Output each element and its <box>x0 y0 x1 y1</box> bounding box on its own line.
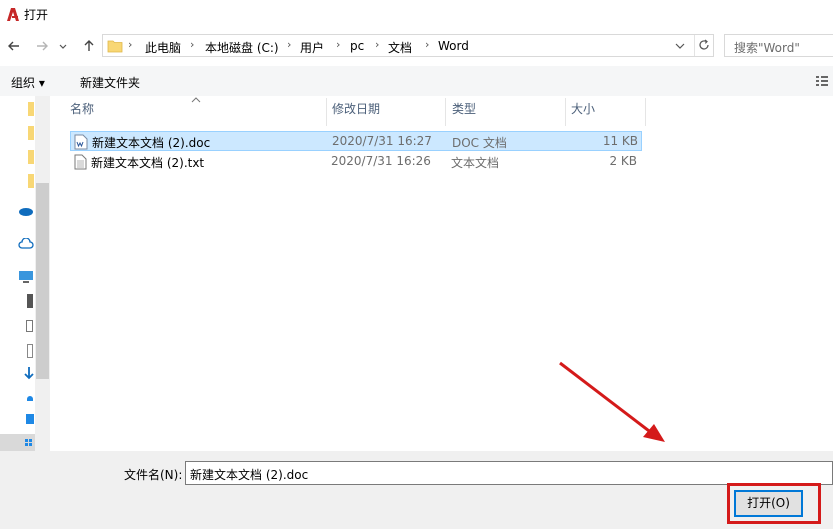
column-header-name[interactable]: 名称 <box>70 96 94 123</box>
search-placeholder: 搜索"Word" <box>734 41 800 55</box>
video-icon[interactable] <box>27 294 33 308</box>
cloud-icon[interactable] <box>18 238 34 250</box>
refresh-button[interactable] <box>698 39 710 54</box>
annotation-arrow-icon <box>559 361 665 442</box>
file-type: DOC 文档 <box>452 136 507 150</box>
chevron-right-icon: › <box>287 38 292 51</box>
document-icon[interactable] <box>27 344 33 358</box>
column-header-type[interactable]: 类型 <box>452 96 476 123</box>
chevron-right-icon: › <box>425 38 430 51</box>
folder-icon[interactable] <box>28 150 34 164</box>
new-folder-button[interactable]: 新建文件夹 <box>80 74 140 91</box>
filename-value: 新建文本文档 (2).doc <box>190 468 309 482</box>
file-row[interactable]: 新建文本文档 (2).txt 2020/7/31 16:26 文本文档 2 KB <box>70 152 642 172</box>
breadcrumb-documents[interactable]: 文档 <box>388 39 412 56</box>
open-button[interactable]: 打开(O) <box>734 490 803 517</box>
view-options-icon[interactable] <box>815 74 829 88</box>
arrow-right-icon <box>37 41 48 51</box>
drive-icon <box>25 439 32 446</box>
word-doc-icon <box>74 134 88 150</box>
column-divider[interactable] <box>326 98 327 126</box>
organize-menu[interactable]: 组织 ▾ <box>11 74 45 91</box>
file-date: 2020/7/31 16:26 <box>331 154 431 168</box>
sidebar-item-selected[interactable] <box>0 434 35 451</box>
filename-input[interactable]: 新建文本文档 (2).doc <box>185 461 833 485</box>
forward-button[interactable] <box>31 35 53 57</box>
chevron-right-icon: › <box>336 38 341 51</box>
breadcrumb-users[interactable]: 用户 <box>300 39 324 56</box>
column-header-size[interactable]: 大小 <box>571 96 595 123</box>
column-divider[interactable] <box>645 98 646 126</box>
music-icon[interactable] <box>27 396 33 401</box>
app-icon <box>7 8 19 21</box>
navigation-scrollbar[interactable] <box>35 96 50 451</box>
address-row: › 此电脑 › 本地磁盘 (C:) › 用户 › pc › 文档 › Word … <box>0 31 833 63</box>
file-size: 11 KB <box>602 134 638 148</box>
breadcrumb-word[interactable]: Word <box>438 39 469 53</box>
file-size: 2 KB <box>609 154 637 168</box>
text-file-icon <box>74 154 87 170</box>
scrollbar-thumb[interactable] <box>36 183 49 379</box>
file-row[interactable]: 新建文本文档 (2).doc 2020/7/31 16:27 DOC 文档 11… <box>70 131 642 151</box>
column-divider[interactable] <box>565 98 566 126</box>
chevron-down-icon <box>59 44 67 49</box>
arrow-up-icon <box>84 40 94 51</box>
onedrive-icon[interactable] <box>18 206 34 216</box>
window-title: 打开 <box>24 8 49 22</box>
file-type: 文本文档 <box>451 156 500 170</box>
refresh-icon <box>699 39 709 50</box>
command-bar: 组织 ▾ 新建文件夹 <box>0 66 833 97</box>
up-button[interactable] <box>78 35 100 57</box>
footer-panel: 文件名(N): 新建文本文档 (2).doc <box>0 451 833 529</box>
address-bar[interactable]: › 此电脑 › 本地磁盘 (C:) › 用户 › pc › 文档 › Word <box>102 34 714 57</box>
title-bar: 打开 <box>0 0 833 30</box>
folder-icon[interactable] <box>28 102 34 116</box>
recent-locations-button[interactable] <box>56 35 70 57</box>
breadcrumb-local-disk[interactable]: 本地磁盘 (C:) <box>205 39 279 56</box>
file-name: 新建文本文档 (2).txt <box>91 156 205 170</box>
breadcrumb-this-pc[interactable]: 此电脑 <box>145 39 181 56</box>
chevron-right-icon: › <box>190 38 195 51</box>
file-date: 2020/7/31 16:27 <box>332 134 432 148</box>
picture-icon[interactable] <box>26 320 33 332</box>
folder-icon[interactable] <box>28 174 34 188</box>
this-pc-icon[interactable] <box>18 270 34 284</box>
download-icon[interactable] <box>24 366 34 380</box>
chevron-right-icon: › <box>375 38 380 51</box>
folder-icon <box>107 40 123 53</box>
search-input[interactable]: 搜索"Word" <box>724 34 833 57</box>
file-name: 新建文本文档 (2).doc <box>92 136 211 150</box>
breadcrumb-pc[interactable]: pc <box>350 39 364 53</box>
filename-label: 文件名(N): <box>124 468 183 482</box>
divider <box>694 35 695 56</box>
back-button[interactable] <box>3 35 25 57</box>
sort-ascending-icon <box>191 97 201 103</box>
folder-icon[interactable] <box>28 126 34 140</box>
column-divider[interactable] <box>445 98 446 126</box>
arrow-left-icon <box>8 41 19 51</box>
chevron-down-icon <box>675 43 685 49</box>
column-header-date[interactable]: 修改日期 <box>332 96 380 123</box>
chevron-right-icon: › <box>128 38 133 51</box>
desktop-icon[interactable] <box>26 414 34 424</box>
address-dropdown-button[interactable] <box>675 40 685 54</box>
